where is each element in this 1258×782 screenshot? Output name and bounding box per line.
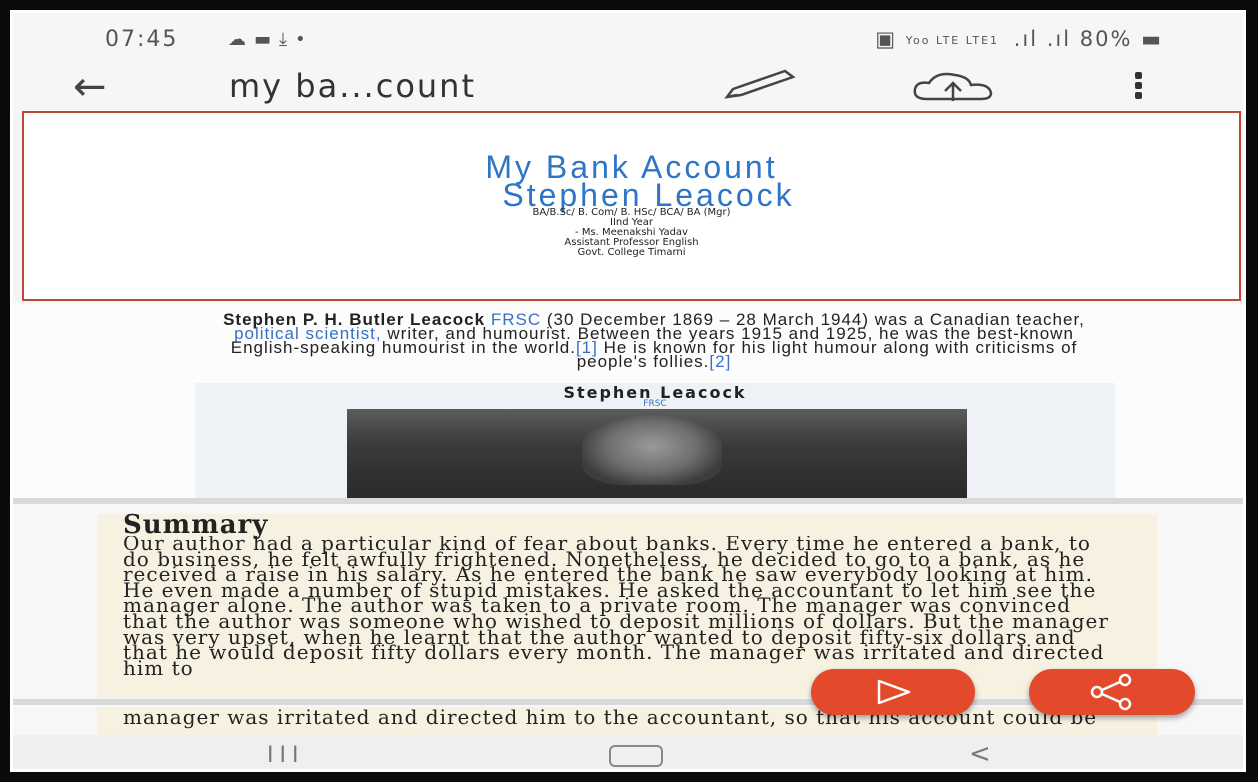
infobox-subtitle: FRSC [643,399,667,409]
document-title: my ba...count [229,67,476,105]
home-icon[interactable] [609,745,663,767]
bio-ref-2[interactable]: [2] [709,352,731,371]
carrier-label: Yoo LTE LTE1 [905,33,1000,47]
download-notification-icon: ⤓ [279,29,295,50]
back-arrow-icon[interactable]: ← [73,67,107,107]
system-nav-bar: III < [13,735,1243,769]
bio-text-3: He is known for his light humour along w… [576,338,1078,371]
notification-icons: ☁▬⤓• [228,29,314,50]
play-slideshow-button[interactable] [811,669,975,715]
status-right: ▣ Yoo LTE LTE1 .ıl .ıl 80% ▬ [875,27,1163,51]
college-line: Govt. College Timarni [577,247,686,258]
cloud-upload-icon[interactable] [909,69,999,105]
summary-page: Summary Our author had a particular kind… [97,510,1157,698]
phone-screen: 07:45 ☁▬⤓• ▣ Yoo LTE LTE1 .ıl .ıl 80% ▬ … [10,10,1246,772]
nav-back-icon[interactable]: < [969,739,991,769]
share-icon [1090,673,1132,711]
vibrate-icon: ▣ [875,27,898,51]
bio-slide[interactable]: Stephen P. H. Butler Leacock FRSC (30 De… [13,303,1243,498]
battery-icon: ▬ [1141,27,1163,51]
signal-icon: .ıl .ıl [1013,27,1072,51]
status-time: 07:45 [105,27,179,52]
next-slide-body: manager was irritated and directed him t… [123,705,1098,729]
next-slide-page: manager was irritated and directed him t… [97,707,1157,735]
bio-paragraph: Stephen P. H. Butler Leacock FRSC (30 De… [199,311,1109,371]
app-bar: ← my ba...count [13,65,1243,113]
slide-meta: BA/B.Sc/ B. Com/ B. HSc/ BCA/ BA (Mgr) I… [24,208,1239,258]
dot-notification-icon: • [294,29,314,50]
infobox-title: Stephen Leacock [563,383,747,402]
cloud-notification-icon: ☁ [228,29,254,50]
status-bar: 07:45 ☁▬⤓• ▣ Yoo LTE LTE1 .ıl .ıl 80% ▬ [13,13,1243,65]
share-button[interactable] [1029,669,1195,715]
infobox: Stephen Leacock FRSC [195,383,1115,498]
more-options-icon[interactable] [1123,69,1153,105]
portrait-photo [347,409,967,498]
slide-title: My Bank Account Stephen Leacock [24,151,1239,213]
portrait-face [582,415,722,485]
play-icon [877,679,911,705]
slide-title-line2: Stephen Leacock [502,177,795,213]
message-notification-icon: ▬ [254,29,280,50]
recent-apps-icon[interactable]: III [267,743,304,768]
title-slide[interactable]: My Bank Account Stephen Leacock BA/B.Sc/… [22,111,1241,301]
battery-percent: 80% [1079,27,1133,51]
edit-pencil-icon[interactable] [719,67,799,103]
